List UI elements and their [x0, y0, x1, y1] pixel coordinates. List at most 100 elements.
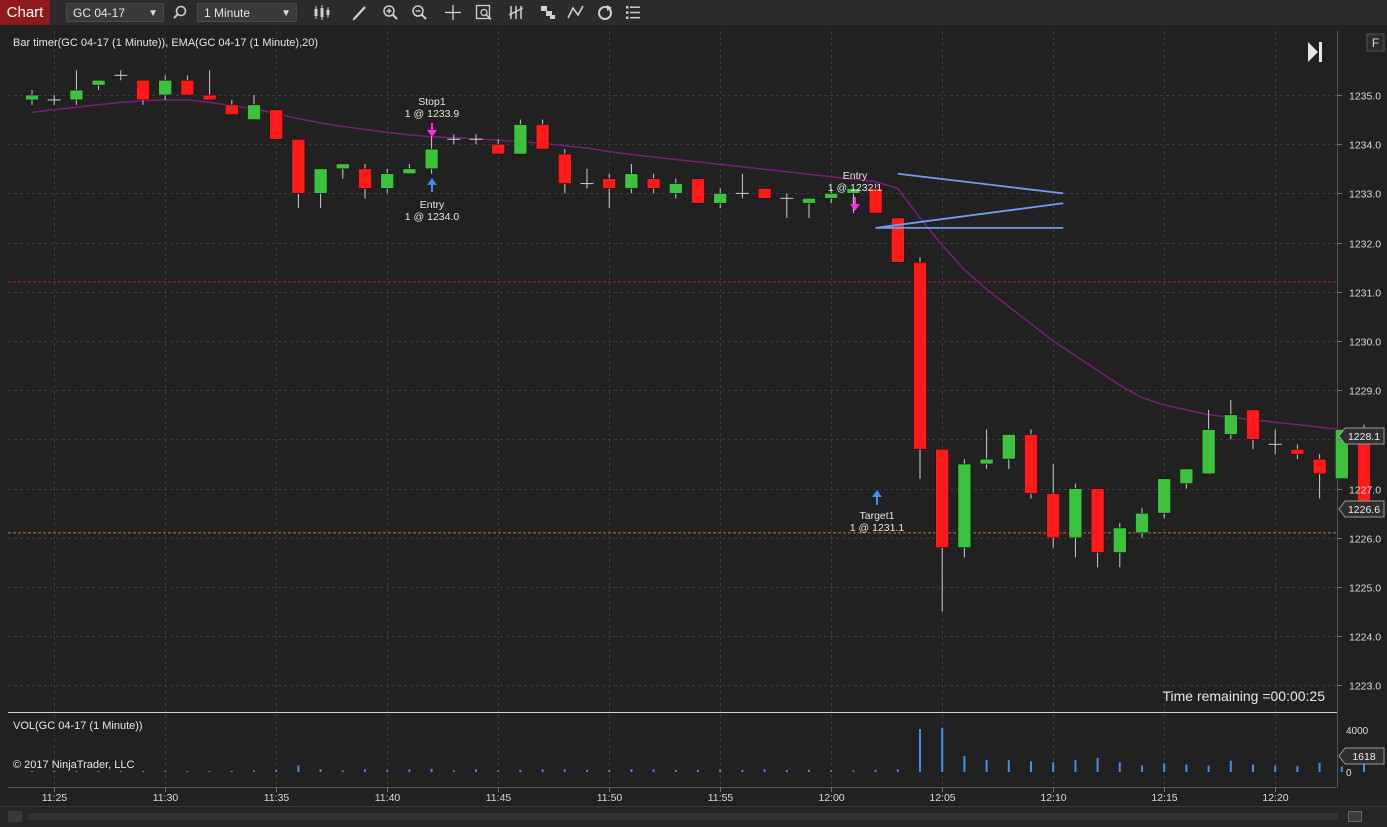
volume-bar — [208, 771, 211, 772]
volume-bar — [253, 770, 255, 772]
candle-body — [691, 178, 705, 204]
time-tick-label: 12:20 — [1262, 792, 1288, 804]
candle-body — [668, 183, 683, 194]
properties-list-icon[interactable] — [623, 3, 643, 22]
time-tick-label: 11:30 — [153, 792, 179, 804]
volume-bar — [630, 769, 633, 772]
volume-bar — [541, 769, 544, 772]
candle-body — [1046, 493, 1060, 539]
zoom-out-icon[interactable] — [410, 3, 430, 22]
volume-bar — [963, 755, 966, 772]
interval-selector[interactable]: 1 Minute ▼ — [197, 3, 297, 22]
price-tick-label: 1227.0 — [1349, 485, 1381, 497]
last-price-marker: 1228.1 — [1338, 427, 1385, 445]
candle-body — [269, 109, 284, 140]
volume-bar — [164, 771, 167, 772]
volume-bar — [53, 771, 56, 772]
volume-bar — [142, 771, 144, 772]
volume-bar — [1163, 763, 1166, 772]
volume-bar — [808, 769, 810, 772]
volume-bar — [341, 770, 344, 772]
price-tick-label: 1235.0 — [1349, 91, 1381, 103]
candle-body — [335, 163, 350, 170]
candle-body — [557, 153, 572, 184]
candle-body — [1246, 409, 1260, 440]
volume-bar — [408, 769, 411, 772]
volume-bar — [430, 768, 433, 772]
crosshair-icon[interactable] — [443, 3, 463, 22]
volume-bar — [652, 769, 655, 772]
volume-bar — [1052, 762, 1055, 772]
volume-bar — [519, 769, 522, 772]
search-icon[interactable] — [170, 3, 190, 22]
zoom-in-icon[interactable] — [381, 3, 401, 22]
price-tick-label: 1225.0 — [1349, 583, 1381, 595]
scroll-right-button[interactable] — [1348, 811, 1362, 822]
volume-bar — [119, 771, 122, 772]
volume-bar — [985, 760, 988, 772]
volume-bar — [830, 770, 833, 772]
volume-bar — [186, 771, 189, 772]
candle — [1157, 478, 1171, 519]
copyright-label: © 2017 NinjaTrader, LLC — [13, 759, 134, 771]
chart-style-icon[interactable] — [312, 3, 332, 22]
scroll-left-button[interactable] — [8, 811, 22, 822]
volume-bar — [75, 771, 78, 772]
volume-axis-label-zero: 0 — [1346, 768, 1352, 779]
volume-axis-label-top: 4000 — [1346, 726, 1369, 737]
candle-body — [180, 79, 195, 96]
time-tick-label: 11:40 — [375, 792, 401, 804]
volume-bar — [674, 769, 677, 772]
candle-body — [624, 173, 639, 189]
volume-bar — [97, 771, 100, 772]
candle-body — [1290, 448, 1305, 455]
candle-body — [91, 79, 106, 86]
candle-body — [358, 168, 372, 189]
svg-text:1 @ 1231.1: 1 @ 1231.1 — [850, 522, 905, 534]
scrollbar-track[interactable] — [28, 813, 1338, 820]
volume-bar — [1318, 762, 1321, 772]
horizontal-scrollbar[interactable] — [0, 806, 1387, 827]
volume-bar — [741, 769, 744, 772]
candle — [513, 119, 528, 155]
strategies-icon[interactable] — [538, 3, 558, 22]
candle-body — [1157, 478, 1171, 514]
volume-bar — [1252, 764, 1254, 772]
drawing-tools-icon[interactable] — [566, 3, 586, 22]
volume-bar — [1229, 760, 1232, 772]
price-chart[interactable]: 1223.01224.01225.01226.01227.01228.01229… — [0, 25, 1387, 806]
volume-bar — [31, 771, 33, 772]
price-tick-label: 1233.0 — [1349, 189, 1381, 201]
candle-body — [913, 261, 927, 450]
time-tick-label: 12:15 — [1151, 792, 1177, 804]
price-tick-label: 1231.0 — [1349, 288, 1381, 300]
candle-body — [491, 143, 506, 155]
candle-body — [802, 198, 816, 204]
volume-bar — [1096, 758, 1099, 772]
chart-toolbar: Chart GC 04-17 ▼ 1 Minute ▼ — [0, 0, 1387, 26]
chart-tab[interactable]: Chart — [0, 0, 50, 25]
candle — [913, 257, 927, 479]
volume-bar — [785, 769, 788, 772]
candle-body — [713, 193, 728, 204]
volume-bar — [1141, 765, 1143, 772]
volume-bar — [386, 769, 389, 772]
price-tick-label: 1224.0 — [1349, 632, 1381, 644]
time-tick-label: 11:50 — [597, 792, 623, 804]
f-button-label: F — [1372, 36, 1379, 50]
price-tick-label: 1226.0 — [1349, 534, 1381, 546]
refresh-icon[interactable] — [595, 3, 615, 22]
pencil-icon[interactable] — [350, 3, 370, 22]
volume-bar — [1207, 765, 1210, 772]
candle-body — [247, 104, 261, 120]
volume-bar — [1118, 762, 1121, 772]
candle-body — [935, 448, 950, 548]
instrument-selector[interactable]: GC 04-17 ▼ — [66, 3, 164, 22]
data-box-icon[interactable] — [474, 3, 494, 22]
volume-bar — [919, 729, 921, 772]
candle — [269, 109, 284, 140]
volume-bar — [586, 769, 588, 772]
candle-body — [646, 178, 661, 189]
volume-bar — [763, 769, 766, 772]
indicators-icon[interactable] — [507, 3, 527, 22]
